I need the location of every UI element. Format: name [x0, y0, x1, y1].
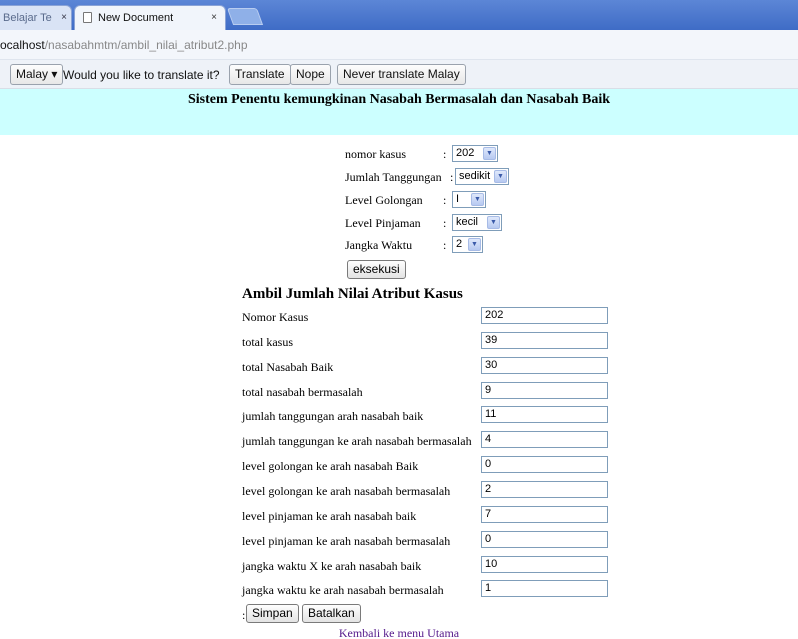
row-label: level pinjaman ke arah nasabah baik [242, 509, 417, 523]
eksekusi-button[interactable]: eksekusi [347, 260, 406, 279]
field-label: Level Pinjaman [345, 216, 421, 230]
row-value-field[interactable]: 0 [481, 456, 608, 473]
page-header: Sistem Penentu kemungkinan Nasabah Berma… [0, 89, 798, 135]
row-value-field[interactable]: 11 [481, 406, 608, 423]
table-row: total Nasabah Baik 30 [242, 357, 612, 375]
selected-value: I [456, 193, 460, 205]
field-label: Jumlah Tanggungan [345, 170, 442, 184]
table-row: Nomor Kasus 202 [242, 307, 612, 325]
field-label: nomor kasus [345, 147, 406, 161]
table-row: jumlah tanggungan ke arah nasabah bermas… [242, 431, 612, 449]
row-label: level golongan ke arah nasabah bermasala… [242, 484, 451, 498]
field-label: Level Golongan [345, 193, 423, 207]
chevron-down-icon: ▼ [494, 170, 507, 183]
jumlah-tanggungan-select[interactable]: sedikit ▼ [455, 168, 509, 185]
table-row: jumlah tanggungan arah nasabah baik 11 [242, 406, 612, 424]
chevron-down-icon: ▼ [468, 238, 481, 251]
tab-new-document[interactable]: New Document × [74, 5, 226, 30]
page-title: Sistem Penentu kemungkinan Nasabah Berma… [187, 92, 611, 107]
row-value-field[interactable]: 30 [481, 357, 608, 374]
translate-bar: Malay ▾ Would you like to translate it? … [0, 60, 798, 89]
selected-value: 202 [456, 147, 475, 159]
row-label: total nasabah bermasalah [242, 385, 363, 399]
colon: : [443, 147, 447, 161]
table-row: level pinjaman ke arah nasabah bermasala… [242, 531, 612, 549]
table-row: total kasus 39 [242, 332, 612, 350]
tab-belajar[interactable]: Belajar Te × [0, 5, 72, 30]
row-value-field[interactable]: 39 [481, 332, 608, 349]
colon: : [443, 238, 447, 252]
row-value-field[interactable]: 202 [481, 307, 608, 324]
url-text[interactable]: ocalhost/nasabahmtm/ambil_nilai_atribut2… [0, 38, 248, 52]
row-label: jangka waktu X ke arah nasabah baik [242, 559, 422, 573]
translate-button[interactable]: Translate [229, 64, 291, 85]
close-tab-icon[interactable]: × [211, 6, 217, 30]
browser-tab-strip: Belajar Te × New Document × [0, 0, 798, 30]
jangka-waktu-select[interactable]: 2 ▼ [452, 236, 483, 253]
address-bar[interactable]: ocalhost/nasabahmtm/ambil_nilai_atribut2… [0, 30, 798, 60]
row-label: Nomor Kasus [242, 310, 309, 324]
close-tab-icon[interactable]: × [61, 6, 67, 30]
level-golongan-select[interactable]: I ▼ [452, 191, 486, 208]
selected-value: 2 [456, 238, 463, 250]
colon: : [450, 170, 454, 184]
colon: : [242, 608, 246, 622]
table-row: level golongan ke arah nasabah Baik 0 [242, 456, 612, 474]
language-dropdown[interactable]: Malay ▾ [10, 64, 64, 85]
table-row: jangka waktu X ke arah nasabah baik 10 [242, 556, 612, 574]
row-label: level pinjaman ke arah nasabah bermasala… [242, 534, 451, 548]
new-tab-button[interactable] [226, 8, 264, 25]
back-to-main-menu-link[interactable]: Kembali ke menu Utama [0, 626, 798, 639]
row-label: jangka waktu ke arah nasabah bermasalah [242, 583, 444, 597]
row-value-field[interactable]: 1 [481, 580, 608, 597]
row-value-field[interactable]: 0 [481, 531, 608, 548]
table-row: level pinjaman ke arah nasabah baik 7 [242, 506, 612, 524]
level-pinjaman-select[interactable]: kecil ▼ [452, 214, 502, 231]
chevron-down-icon: ▼ [471, 193, 484, 206]
row-label: total kasus [242, 335, 293, 349]
table-row: level golongan ke arah nasabah bermasala… [242, 481, 612, 499]
url-host: ocalhost [0, 38, 45, 52]
selected-value: sedikit [459, 170, 491, 182]
row-label: jumlah tanggungan arah nasabah baik [242, 409, 424, 423]
colon: : [443, 193, 447, 207]
tab-label: New Document [98, 12, 174, 24]
row-value-field[interactable]: 4 [481, 431, 608, 448]
url-path: /nasabahmtm/ambil_nilai_atribut2.php [44, 38, 248, 52]
batalkan-button[interactable]: Batalkan [302, 604, 361, 623]
colon: : [443, 216, 447, 230]
never-translate-button[interactable]: Never translate Malay [337, 64, 466, 85]
row-label: jumlah tanggungan ke arah nasabah bermas… [242, 434, 472, 448]
nope-button[interactable]: Nope [290, 64, 331, 85]
nomor-kasus-select[interactable]: 202 ▼ [452, 145, 498, 162]
field-label: Jangka Waktu [345, 238, 413, 252]
row-value-field[interactable]: 10 [481, 556, 608, 573]
chevron-down-icon: ▼ [483, 147, 496, 160]
tab-label: Belajar Te [3, 12, 52, 24]
row-value-field[interactable]: 7 [481, 506, 608, 523]
document-icon [83, 12, 92, 23]
row-label: total Nasabah Baik [242, 360, 334, 374]
table-row: jangka waktu ke arah nasabah bermasalah … [242, 580, 612, 598]
simpan-button[interactable]: Simpan [246, 604, 299, 623]
translate-prompt: Would you like to translate it? [63, 68, 220, 82]
selected-value: kecil [456, 216, 479, 228]
row-label: level golongan ke arah nasabah Baik [242, 459, 419, 473]
row-value-field[interactable]: 2 [481, 481, 608, 498]
row-value-field[interactable]: 9 [481, 382, 608, 399]
result-title: Ambil Jumlah Nilai Atribut Kasus [242, 286, 463, 302]
table-row: total nasabah bermasalah 9 [242, 382, 612, 400]
chevron-down-icon: ▼ [487, 216, 500, 229]
